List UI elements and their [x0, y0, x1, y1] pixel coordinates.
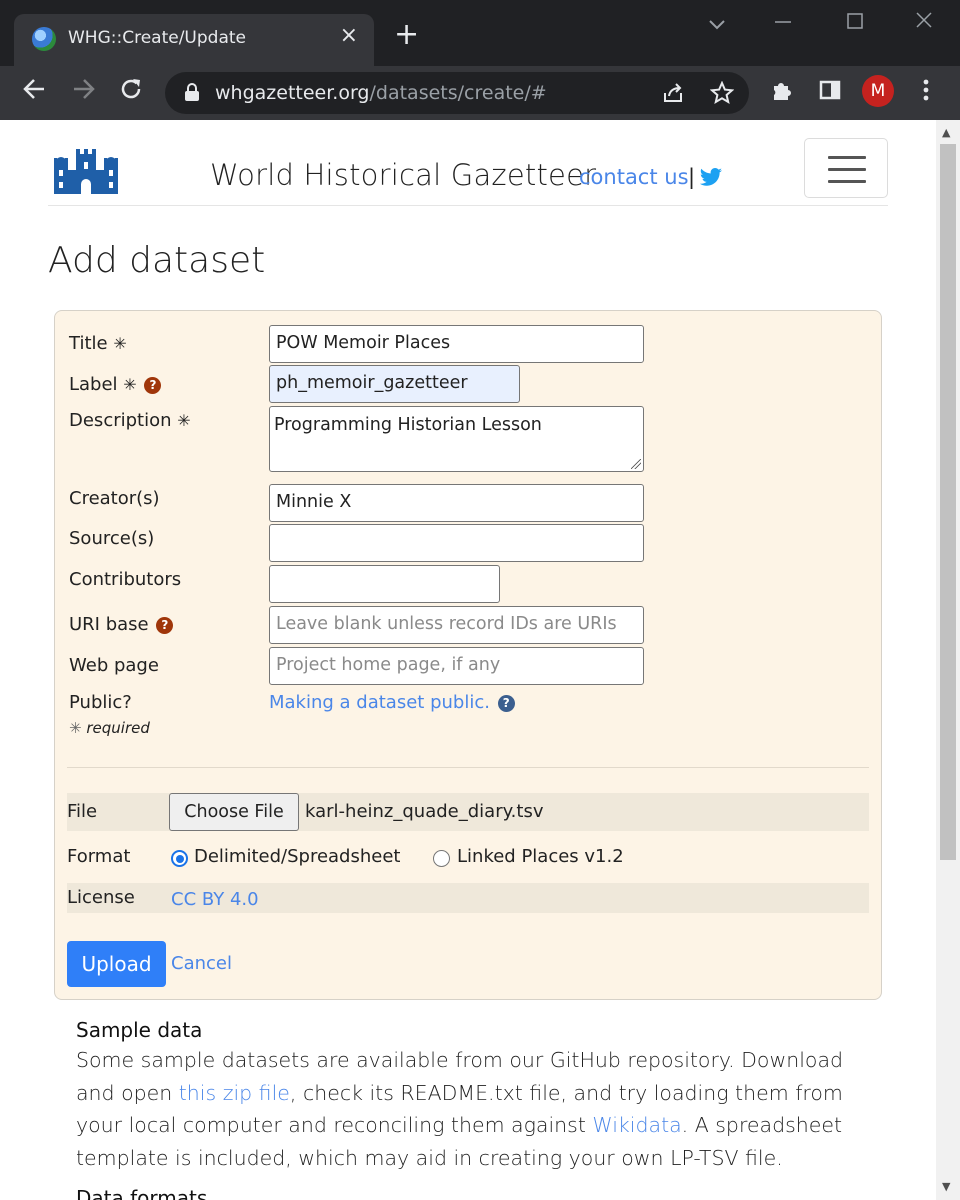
tab-title: WHG::Create/Update: [68, 28, 247, 48]
wikidata-link[interactable]: Wikidata: [592, 1113, 681, 1137]
page-scrollbar[interactable]: ▲ ▼: [936, 120, 960, 1200]
making-dataset-public-link[interactable]: Making a dataset public.: [269, 692, 490, 713]
data-formats-heading: Data formats: [76, 1186, 208, 1200]
required-note: ✳ required: [69, 719, 150, 737]
web-page-input[interactable]: Project home page, if any: [269, 647, 644, 685]
label-label: Label ✳ ?: [69, 374, 162, 395]
sample-data-heading: Sample data: [76, 1018, 203, 1042]
minimize-icon[interactable]: [774, 10, 792, 35]
selected-file-name: karl-heinz_quade_diary.tsv: [305, 801, 544, 822]
header-separator: |: [688, 165, 696, 189]
contributors-label: Contributors: [69, 569, 182, 590]
license-label: License: [67, 887, 135, 908]
browser-tab[interactable]: WHG::Create/Update ×: [14, 14, 374, 66]
title-label: Title ✳: [69, 333, 127, 354]
textarea-resize-handle[interactable]: [631, 459, 641, 469]
share-icon[interactable]: [661, 81, 685, 110]
label-input[interactable]: ph_memoir_gazetteer: [269, 365, 520, 403]
reload-icon[interactable]: [118, 76, 144, 107]
format-label: Format: [67, 846, 131, 867]
scroll-down-arrow-icon[interactable]: ▼: [942, 1180, 950, 1193]
sample-data-text: Some sample datasets are available from …: [76, 1048, 844, 1170]
public-label: Public?: [69, 692, 132, 713]
url-text[interactable]: whgazetteer.org/datasets/create/#: [215, 82, 547, 104]
label-help-icon[interactable]: ?: [144, 377, 162, 394]
dataset-form: Title ✳ POW Memoir Places Label ✳ ? ph_m…: [54, 310, 882, 1000]
cancel-link[interactable]: Cancel: [171, 953, 232, 974]
navbar-menu-button[interactable]: [804, 138, 888, 198]
globe-favicon-icon: [32, 27, 56, 51]
contact-us-link[interactable]: contact us: [579, 165, 689, 189]
site-title[interactable]: World Historical Gazetteer: [210, 158, 596, 192]
maximize-icon[interactable]: [846, 10, 864, 35]
uri-base-help-icon[interactable]: ?: [156, 617, 174, 634]
forward-arrow-icon[interactable]: [70, 76, 96, 107]
public-help-icon[interactable]: ?: [497, 695, 515, 712]
format-linked-places-label[interactable]: Linked Places v1.2: [457, 846, 624, 867]
format-linked-places-radio[interactable]: [433, 850, 450, 867]
tab-search-icon[interactable]: [708, 12, 726, 36]
browser-chrome: WHG::Create/Update × + whgazetteer.org/d…: [0, 0, 960, 120]
web-page-label: Web page: [69, 655, 159, 676]
description-textarea[interactable]: Programming Historian Lesson: [269, 406, 644, 472]
upload-button[interactable]: Upload: [67, 941, 166, 987]
new-tab-button[interactable]: +: [394, 20, 419, 50]
scrollbar-thumb[interactable]: [940, 144, 956, 860]
side-panel-icon[interactable]: [818, 78, 842, 107]
header-divider: [48, 205, 888, 206]
format-delimited-radio[interactable]: [171, 850, 188, 867]
browser-toolbar: whgazetteer.org/datasets/create/# M: [0, 66, 960, 120]
lock-icon[interactable]: [185, 83, 199, 101]
bookmark-star-icon[interactable]: [709, 80, 735, 110]
window-close-icon[interactable]: [914, 10, 934, 35]
file-label: File: [67, 801, 98, 822]
back-arrow-icon[interactable]: [22, 76, 48, 107]
page-title: Add dataset: [48, 240, 266, 281]
choose-file-button[interactable]: Choose File: [169, 793, 299, 831]
extensions-puzzle-icon[interactable]: [770, 78, 794, 107]
sources-input[interactable]: [269, 524, 644, 562]
uri-base-input[interactable]: Leave blank unless record IDs are URIs: [269, 606, 644, 644]
page-viewport: World Historical Gazetteer contact us | …: [0, 120, 960, 1200]
more-menu-icon[interactable]: [918, 78, 934, 107]
zip-file-link[interactable]: this zip file: [179, 1081, 290, 1105]
uri-base-label: URI base ?: [69, 614, 174, 635]
address-bar[interactable]: whgazetteer.org/datasets/create/#: [165, 72, 749, 114]
contributors-input[interactable]: [269, 565, 500, 603]
license-link[interactable]: CC BY 4.0: [171, 889, 259, 910]
title-input[interactable]: POW Memoir Places: [269, 325, 644, 363]
profile-avatar[interactable]: M: [862, 75, 894, 107]
sources-label: Source(s): [69, 528, 155, 549]
form-divider: [67, 767, 869, 768]
public-info: Making a dataset public. ?: [269, 692, 515, 713]
twitter-icon[interactable]: [699, 168, 723, 192]
description-label: Description ✳: [69, 410, 191, 431]
scroll-up-arrow-icon[interactable]: ▲: [942, 126, 950, 139]
creators-input[interactable]: Minnie X: [269, 484, 644, 522]
tab-close-icon[interactable]: ×: [340, 25, 358, 47]
whg-castle-logo[interactable]: [52, 148, 120, 196]
format-delimited-label[interactable]: Delimited/Spreadsheet: [194, 846, 400, 867]
creators-label: Creator(s): [69, 488, 160, 509]
